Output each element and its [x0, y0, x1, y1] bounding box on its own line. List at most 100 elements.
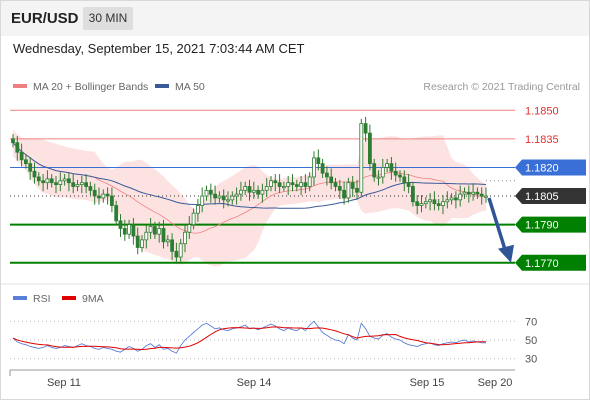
candle-body	[350, 182, 355, 189]
candle-body	[230, 195, 235, 201]
candle-body	[277, 182, 282, 187]
price-chart: MA 20 + Bollinger Bands MA 50 Research © 2…	[0, 81, 590, 389]
candle-body	[221, 195, 226, 201]
level-label-1.1820: 1.1820	[525, 162, 559, 174]
level-tag-1.1805: 1.1805	[515, 188, 586, 205]
candle-body	[441, 201, 445, 206]
candle-body	[114, 205, 119, 222]
candle-body	[32, 170, 37, 178]
candle-body	[406, 182, 411, 187]
candle-body	[84, 182, 88, 187]
candle-body	[428, 199, 433, 203]
candle-body	[256, 189, 261, 195]
level-tag-1.1820: 1.1820	[515, 159, 586, 176]
candle-body	[161, 228, 166, 243]
candle-body	[380, 167, 385, 178]
candle-body	[170, 239, 175, 252]
candle-body	[36, 176, 41, 182]
candle-body	[28, 163, 33, 172]
candle-body	[23, 159, 28, 165]
candle-body	[299, 182, 304, 187]
candle-body	[303, 182, 308, 187]
candle-body	[355, 188, 359, 193]
candle-body	[389, 163, 394, 172]
candle-body	[58, 180, 63, 185]
candle-body	[75, 184, 80, 187]
rsi-tick-30: 30	[525, 354, 537, 366]
candle-body	[445, 199, 450, 203]
candle-body	[260, 189, 265, 195]
candle-body	[462, 191, 467, 195]
candle-body	[88, 186, 93, 191]
legend-label-9ma: 9MA	[82, 293, 104, 305]
legend-swatch-rsi	[13, 296, 27, 300]
candle-body	[62, 178, 67, 182]
candle-body	[312, 157, 316, 178]
level-tag-1.1770: 1.1770	[515, 254, 586, 271]
candle-body	[118, 220, 123, 229]
candle-body	[234, 193, 239, 197]
candle-body	[140, 239, 144, 248]
candle-body	[191, 212, 196, 226]
candle-body	[402, 176, 407, 184]
candle-body	[157, 228, 162, 235]
candle-body	[92, 189, 97, 197]
candle-body	[346, 182, 351, 199]
candle-body	[127, 224, 131, 235]
candle-body	[376, 176, 381, 179]
level-label-1.1770: 1.1770	[525, 258, 559, 270]
candle-body	[294, 184, 299, 187]
candle-body	[11, 138, 15, 144]
candle-body	[174, 250, 179, 258]
candle-body	[45, 178, 50, 184]
candle-body	[79, 182, 84, 185]
candle-body	[432, 199, 437, 205]
candle-body	[41, 180, 45, 184]
candle-body	[264, 186, 269, 191]
candle-body	[475, 191, 480, 195]
candle-body	[410, 186, 415, 203]
candle-body	[398, 174, 402, 178]
candle-body	[329, 176, 334, 184]
candle-body	[367, 132, 372, 165]
candle-body	[466, 191, 471, 195]
candle-body	[393, 170, 398, 176]
legend-label-ma50: MA 50	[175, 81, 205, 93]
candle-body	[423, 201, 428, 205]
forecast-arrow-head	[498, 244, 514, 263]
candle-body	[453, 197, 458, 201]
level-label-1.1790: 1.1790	[525, 220, 559, 232]
rsi-line	[12, 320, 486, 354]
candle-body	[226, 199, 230, 202]
legend-label-rsi: RSI	[33, 293, 51, 305]
candle-body	[320, 163, 325, 174]
legend-swatch-bollinger	[13, 84, 27, 88]
level-label-1.1850: 1.1850	[525, 105, 559, 117]
candle-body	[238, 189, 243, 195]
candle-body	[251, 189, 256, 193]
rsi-tick-50: 50	[525, 335, 537, 347]
candle-body	[110, 195, 114, 206]
candle-body	[200, 195, 205, 206]
candle-body	[479, 193, 484, 197]
candle-body	[19, 151, 24, 161]
candle-body	[359, 123, 364, 193]
candle-body	[419, 203, 424, 206]
candle-body	[281, 186, 286, 189]
candle-body	[243, 186, 248, 191]
candle-body	[195, 205, 200, 214]
candle-body	[436, 203, 441, 206]
candle-body	[484, 195, 488, 198]
candle-body	[131, 224, 136, 237]
candle-body	[49, 178, 54, 184]
candle-body	[316, 157, 321, 165]
candle-body	[97, 195, 101, 199]
candle-body	[449, 197, 454, 201]
x-tick-label-0: Sep 11	[47, 377, 81, 389]
candle-body	[178, 243, 183, 258]
candle-body	[217, 195, 222, 199]
level-label-1.1835: 1.1835	[525, 134, 559, 146]
candle-body	[204, 189, 209, 197]
candle-body	[187, 224, 192, 233]
candle-body	[458, 193, 463, 201]
